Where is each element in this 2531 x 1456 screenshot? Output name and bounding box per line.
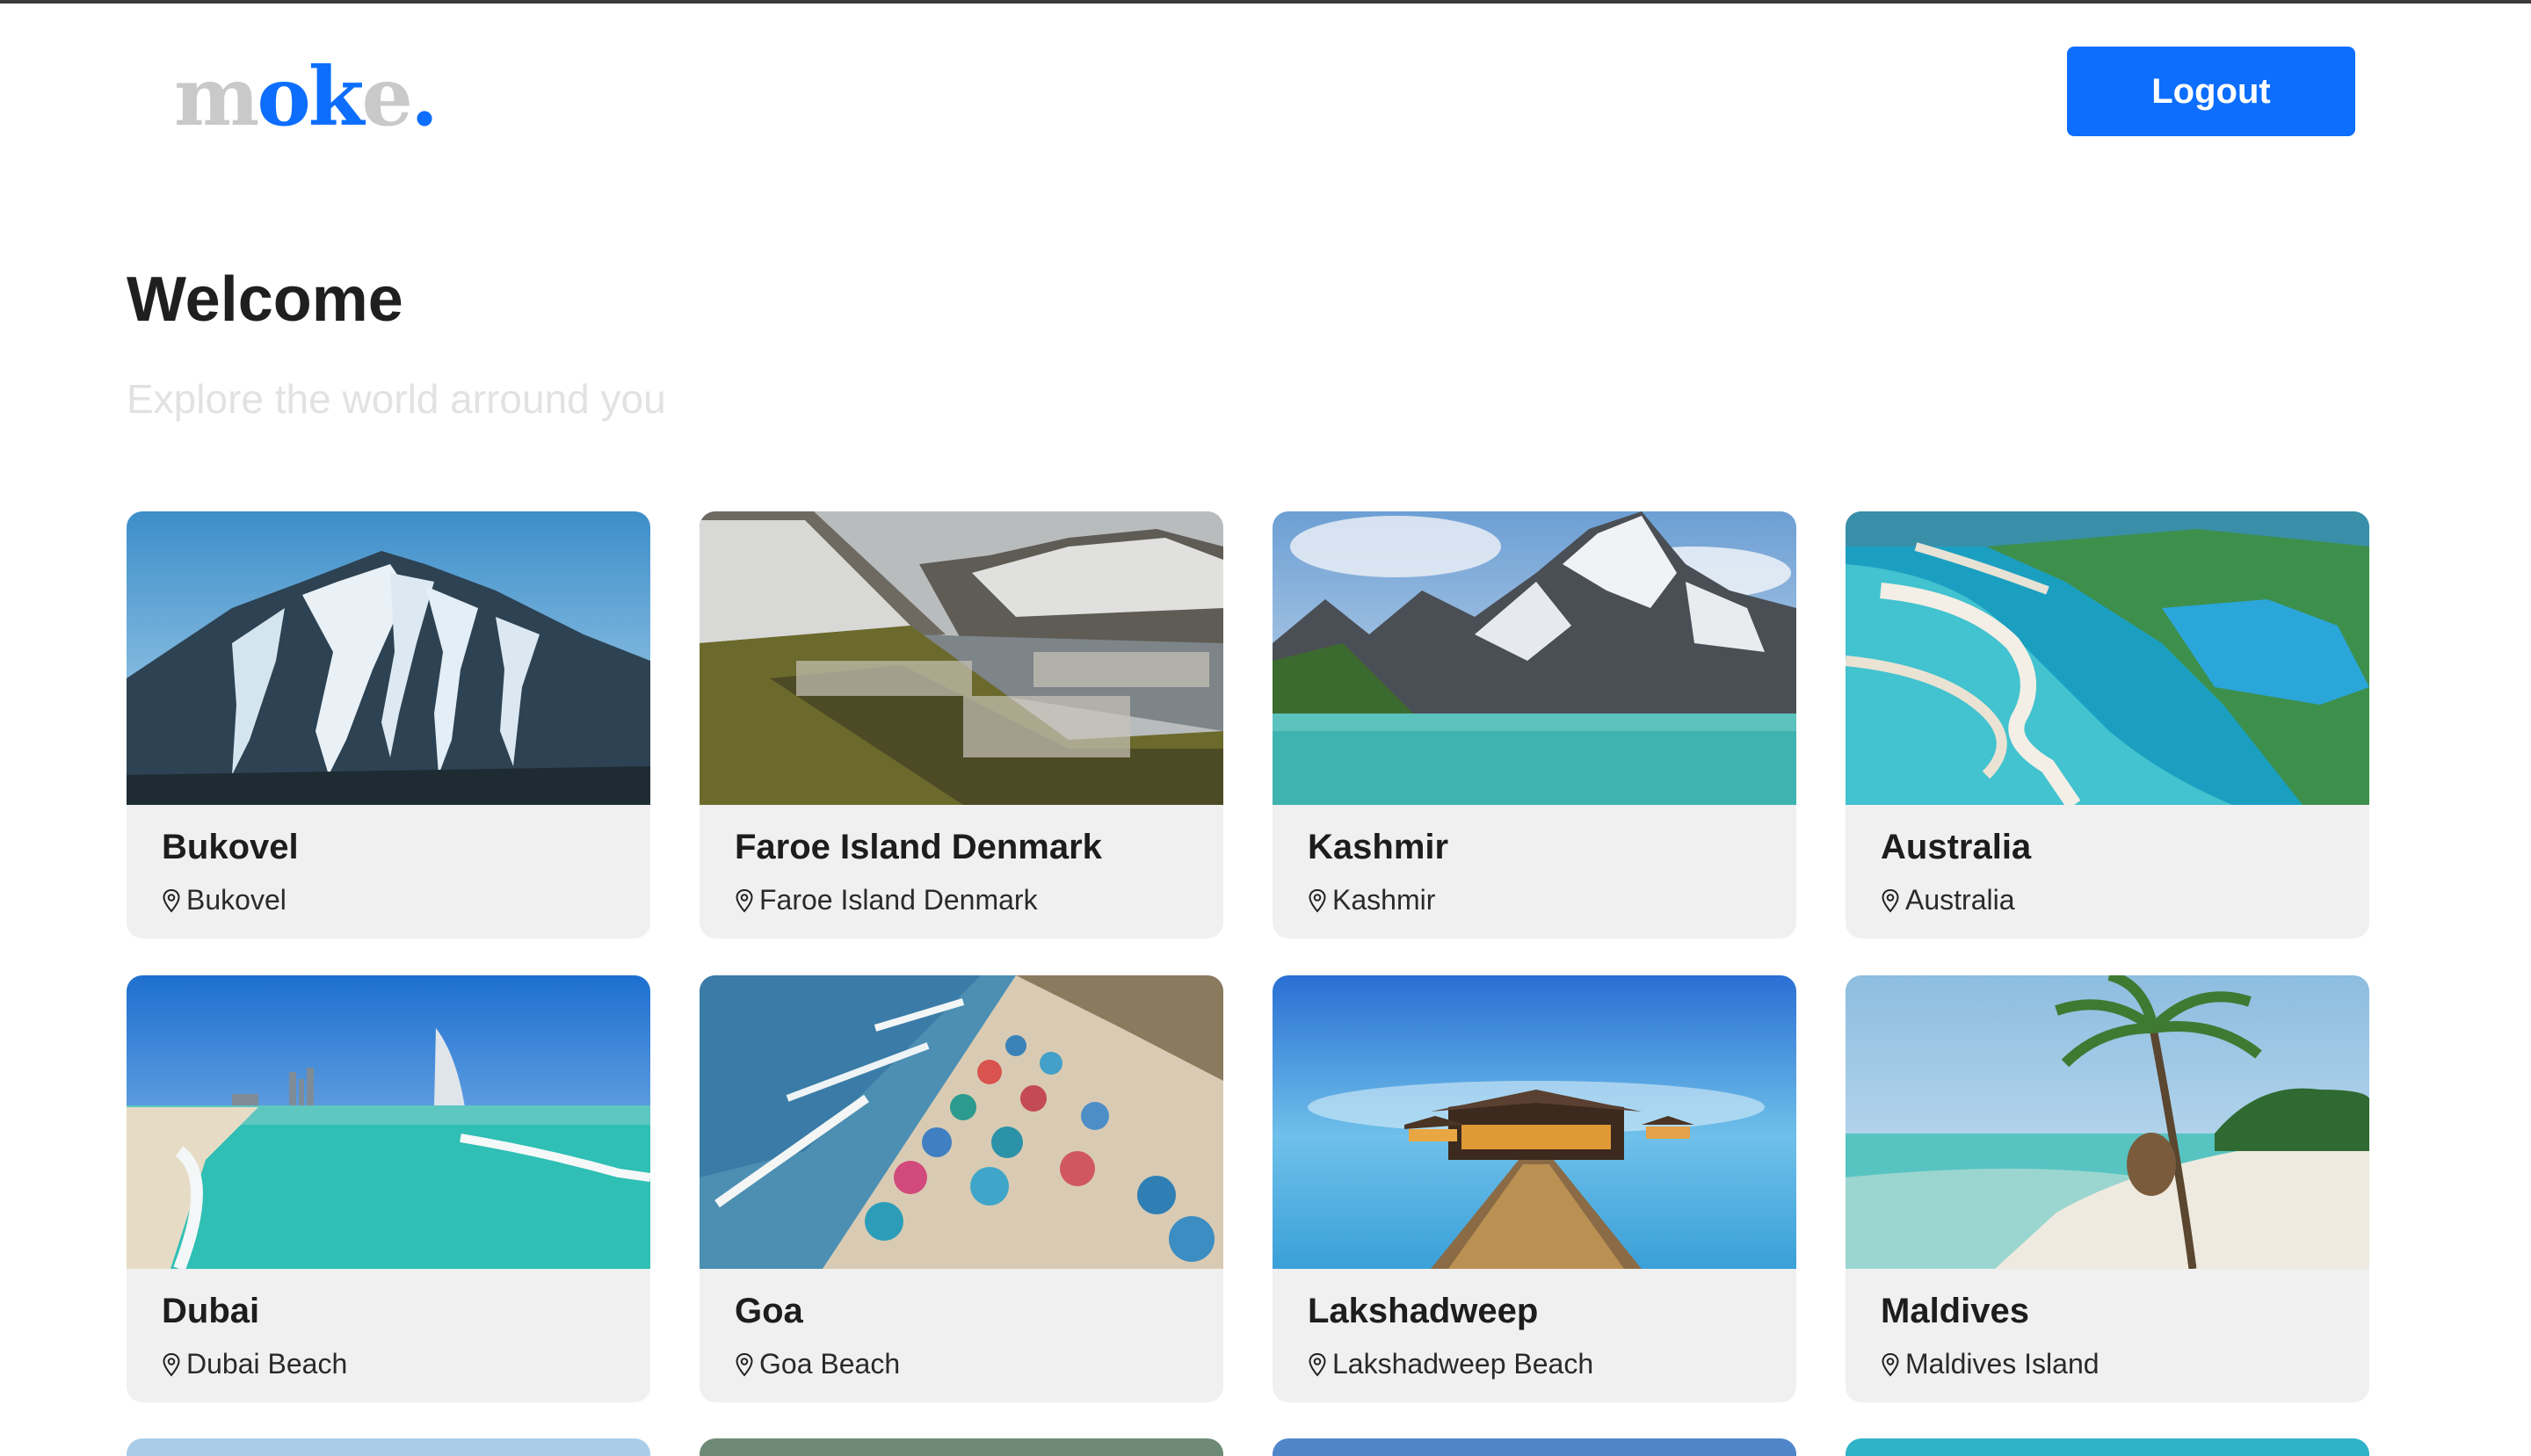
destination-card[interactable]: Lakshadweep Lakshadweep Beach: [1273, 975, 1796, 1402]
destination-name: Lakshadweep: [1308, 1292, 1539, 1330]
destination-card-partial[interactable]: [700, 1438, 1223, 1456]
destination-name: Faroe Island Denmark: [735, 828, 1102, 866]
logo-letter: m: [174, 49, 259, 144]
map-pin-icon: [736, 888, 753, 912]
location-text: Maldives Island: [1905, 1348, 2099, 1380]
destination-photo: [1273, 511, 1796, 805]
destination-card[interactable]: Kashmir Kashmir: [1273, 511, 1796, 938]
destination-location: Faroe Island Denmark: [735, 884, 1038, 916]
destination-photo: [700, 511, 1223, 805]
destination-location: Dubai Beach: [162, 1348, 347, 1380]
logo-letter: .: [410, 49, 439, 144]
destination-name: Dubai: [162, 1292, 260, 1330]
logo-letter: ok: [257, 49, 364, 144]
map-pin-icon: [1309, 888, 1326, 912]
location-text: Lakshadweep Beach: [1332, 1348, 1594, 1380]
destination-name: Goa: [735, 1292, 803, 1330]
destination-card[interactable]: Bukovel Bukovel: [127, 511, 650, 938]
brand-logo[interactable]: moke.: [174, 53, 439, 141]
location-text: Kashmir: [1332, 884, 1436, 916]
location-text: Goa Beach: [759, 1348, 901, 1380]
destination-card[interactable]: Dubai Dubai Beach: [127, 975, 650, 1402]
destination-card[interactable]: Maldives Maldives Island: [1846, 975, 2369, 1402]
destination-card[interactable]: Australia Australia: [1846, 511, 2369, 938]
destination-card-partial[interactable]: [1273, 1438, 1796, 1456]
page-subtitle: Explore the world arround you: [127, 376, 666, 422]
destination-photo: [127, 975, 650, 1269]
top-border: [0, 0, 2531, 4]
map-pin-icon: [1882, 888, 1899, 912]
destination-name: Kashmir: [1308, 828, 1449, 866]
destination-card[interactable]: Faroe Island Denmark Faroe Island Denmar…: [700, 511, 1223, 938]
location-text: Bukovel: [186, 884, 286, 916]
destination-location: Australia: [1881, 884, 2015, 916]
destination-photo: [1273, 975, 1796, 1269]
destination-location: Goa Beach: [735, 1348, 900, 1380]
location-text: Dubai Beach: [186, 1348, 348, 1380]
destination-name: Maldives: [1881, 1292, 2029, 1330]
destination-photo: [1846, 511, 2369, 805]
logo-letter: e: [361, 49, 413, 144]
logout-button[interactable]: Logout: [2067, 47, 2355, 136]
map-pin-icon: [163, 888, 180, 912]
map-pin-icon: [1309, 1352, 1326, 1376]
destination-location: Maldives Island: [1881, 1348, 2099, 1380]
destination-location: Bukovel: [162, 884, 286, 916]
destination-location: Lakshadweep Beach: [1308, 1348, 1593, 1380]
map-pin-icon: [163, 1352, 180, 1376]
location-text: Faroe Island Denmark: [759, 884, 1038, 916]
destination-photo: [700, 975, 1223, 1269]
map-pin-icon: [736, 1352, 753, 1376]
page-title: Welcome: [127, 264, 403, 335]
destination-name: Bukovel: [162, 828, 299, 866]
destination-card[interactable]: Goa Goa Beach: [700, 975, 1223, 1402]
map-pin-icon: [1882, 1352, 1899, 1376]
location-text: Australia: [1905, 884, 2015, 916]
destination-photo: [1846, 975, 2369, 1269]
destination-photo: [127, 511, 650, 805]
destination-name: Australia: [1881, 828, 2032, 866]
destination-location: Kashmir: [1308, 884, 1435, 916]
destination-card-partial[interactable]: [127, 1438, 650, 1456]
destination-card-partial[interactable]: [1846, 1438, 2369, 1456]
